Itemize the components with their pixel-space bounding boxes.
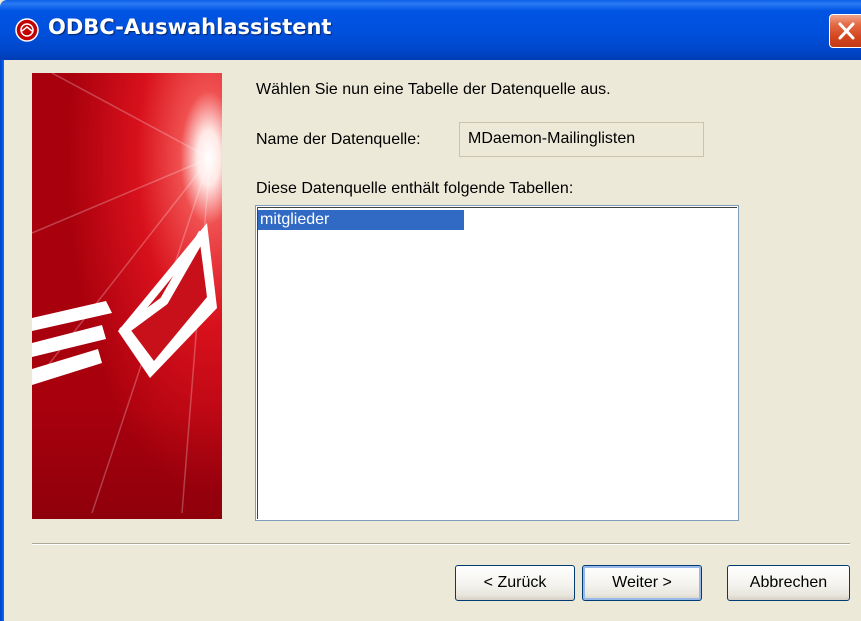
separator-line [32,543,850,545]
datasource-name-field: MDaemon-Mailinglisten [459,122,704,157]
tables-label: Diese Datenquelle enthält folgende Tabel… [256,180,574,197]
back-button[interactable]: < Zurück [455,565,575,601]
close-icon [838,22,855,40]
window-frame-left [0,60,4,621]
wizard-window: ODBC-Auswahlassistent Wählen Sie nun ein… [0,0,861,621]
title-bar[interactable]: ODBC-Auswahlassistent [0,0,861,60]
close-button[interactable] [829,14,861,48]
tables-listbox[interactable]: mitglieder [255,205,739,521]
listbox-frame [257,207,737,519]
cancel-button[interactable]: Abbrechen [727,565,850,601]
app-icon [15,18,39,42]
envelope-banner [32,73,222,519]
list-item-mitglieder[interactable]: mitglieder [258,210,464,230]
datasource-label: Name der Datenquelle: [256,131,421,148]
next-button[interactable]: Weiter > [582,565,702,601]
instruction-text: Wählen Sie nun eine Tabelle der Datenque… [256,81,611,98]
window-title: ODBC-Auswahlassistent [48,15,332,39]
